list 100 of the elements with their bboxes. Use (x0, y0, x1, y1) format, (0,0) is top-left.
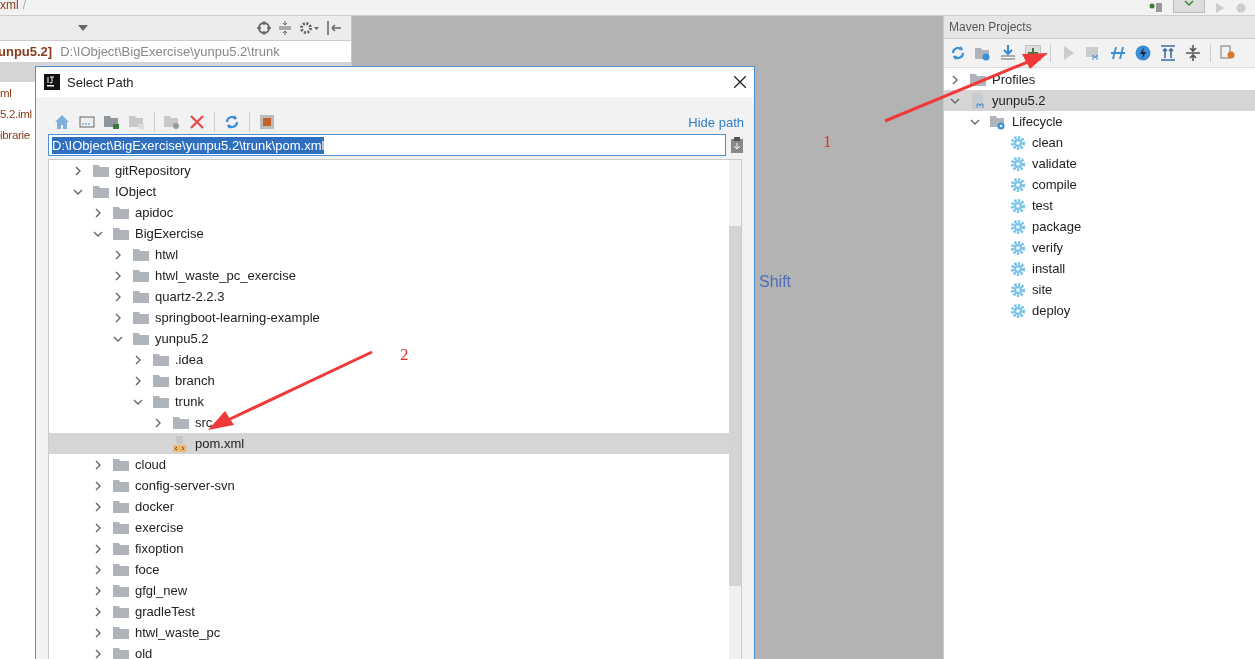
project-file-label[interactable]: ibrarie (0, 128, 30, 141)
tree-row[interactable]: branch (49, 370, 215, 391)
close-icon[interactable] (734, 76, 746, 88)
project-file-label[interactable]: ml (0, 86, 12, 99)
annotation-number: 1 (823, 132, 832, 152)
tree-row[interactable]: config-server-svn (49, 475, 235, 496)
folder-icon (133, 332, 149, 345)
tree-row[interactable]: htwl_waste_pc (49, 622, 221, 643)
collapse-icon[interactable] (279, 21, 291, 35)
show-hidden-icon[interactable] (259, 114, 275, 130)
tree-row[interactable]: Lifecycle (944, 111, 1063, 132)
tree-row[interactable]: yunpu5.2 (49, 328, 209, 349)
clipboard-icon[interactable] (730, 137, 744, 153)
tree-row[interactable]: gradleTest (49, 601, 195, 622)
tree-row[interactable]: clean (944, 132, 1064, 153)
lightning-icon[interactable] (1135, 45, 1151, 61)
tree-item-label: verify (1032, 240, 1064, 255)
chevron-right-icon[interactable] (133, 354, 143, 365)
dropdown-arrow-icon[interactable] (78, 25, 88, 31)
chevron-right-icon[interactable] (93, 585, 103, 596)
folder-sync-icon[interactable] (975, 45, 991, 61)
tree-row[interactable]: exercise (49, 517, 184, 538)
new-folder-icon[interactable] (164, 114, 180, 130)
path-field[interactable]: D:\IObject\BigExercise\yunpu5.2\trunk\pom.xml (48, 134, 726, 156)
tree-row[interactable]: site (944, 279, 1053, 300)
refresh-icon[interactable] (950, 45, 966, 61)
project-file-label[interactable]: 5.2.iml (0, 107, 32, 120)
chevron-right-icon[interactable] (153, 417, 163, 428)
run-config-icon[interactable] (1085, 45, 1101, 61)
tree-row[interactable]: yunpu5.2 (944, 90, 1255, 111)
tree-row[interactable]: BigExercise (49, 223, 204, 244)
tree-row[interactable]: gitRepository (49, 160, 191, 181)
folder-icon (153, 374, 169, 387)
refresh-icon[interactable] (224, 114, 240, 130)
hide-path-link[interactable]: Hide path (688, 114, 744, 130)
tree-row[interactable]: install (944, 258, 1066, 279)
tree-row[interactable]: foce (49, 559, 160, 580)
chevron-right-icon[interactable] (113, 270, 123, 281)
gear-icon (1010, 218, 1026, 235)
tree-row[interactable]: validate (944, 153, 1077, 174)
locate-icon[interactable] (257, 21, 271, 35)
tree-row[interactable]: verify (944, 237, 1064, 258)
tree-row[interactable]: fixoption (49, 538, 184, 559)
hide-panel-icon[interactable] (327, 21, 341, 35)
folder-icon (113, 500, 129, 513)
tree-item-label: fixoption (135, 541, 184, 556)
settings-wrench-icon[interactable] (1220, 45, 1236, 61)
delete-icon[interactable] (189, 114, 205, 130)
maven-module-icon (970, 92, 986, 109)
tree-row[interactable]: docker (49, 496, 175, 517)
folder-icon (133, 248, 149, 261)
chevron-right-icon[interactable] (93, 543, 103, 554)
tree-row[interactable]: IObject (49, 181, 157, 202)
tree-row[interactable]: htwl_waste_pc_exercise (49, 265, 296, 286)
chevron-right-icon[interactable] (93, 648, 103, 659)
chevron-right-icon[interactable] (93, 522, 103, 533)
tree-row[interactable]: Profiles (944, 69, 1036, 90)
chevron-right-icon[interactable] (93, 627, 103, 638)
breadcrumb[interactable]: xml (0, 0, 19, 12)
annotation-number: 2 (400, 345, 409, 365)
tree-row[interactable]: old (49, 643, 153, 659)
tree-row[interactable]: compile (944, 174, 1077, 195)
chevron-right-icon[interactable] (113, 312, 123, 323)
tree-row[interactable]: pom.xml (49, 433, 729, 454)
download-icon[interactable] (1000, 45, 1016, 61)
chevron-right-icon[interactable] (133, 375, 143, 386)
chevron-right-icon[interactable] (93, 501, 103, 512)
chevron-right-icon[interactable] (113, 291, 123, 302)
tree-row[interactable]: deploy (944, 300, 1071, 321)
chevron-right-icon[interactable] (93, 480, 103, 491)
chevron-right-icon[interactable] (93, 459, 103, 470)
settings-icon[interactable] (299, 21, 319, 35)
tree-row[interactable]: gfgl_new (49, 580, 188, 601)
chevron-right-icon[interactable] (113, 249, 123, 260)
tree-row[interactable]: trunk (49, 391, 204, 412)
tree-item-label: Lifecycle (1012, 114, 1063, 129)
tree-row[interactable]: package (944, 216, 1082, 237)
tree-row[interactable]: .idea (49, 349, 204, 370)
expand-all-icon[interactable] (1160, 45, 1176, 61)
tree-row[interactable]: apidoc (49, 202, 174, 223)
chevron-right-icon[interactable] (73, 165, 83, 176)
chevron-right-icon[interactable] (93, 606, 103, 617)
chevron-right-icon[interactable] (93, 564, 103, 575)
project-folder-icon[interactable] (104, 114, 120, 130)
gear-icon (1010, 281, 1026, 298)
tree-row[interactable]: test (944, 195, 1053, 216)
chevron-right-icon[interactable] (950, 74, 960, 85)
folder-icon (173, 416, 189, 429)
scrollbar-thumb[interactable] (729, 226, 741, 586)
tree-row[interactable]: cloud (49, 454, 167, 475)
tree-row[interactable]: src (49, 412, 213, 433)
breadcrumb-separator: / (22, 0, 26, 12)
toggle-offline-icon[interactable] (1110, 45, 1126, 61)
binary-icon[interactable] (1149, 2, 1163, 13)
collapse-all-icon[interactable] (1185, 45, 1201, 61)
tree-row[interactable]: quartz-2.2.3 (49, 286, 225, 307)
tree-row[interactable]: htwl (49, 244, 179, 265)
tree-row[interactable]: springboot-learning-example (49, 307, 320, 328)
chevron-right-icon[interactable] (93, 207, 103, 218)
folder-icon (113, 206, 129, 219)
